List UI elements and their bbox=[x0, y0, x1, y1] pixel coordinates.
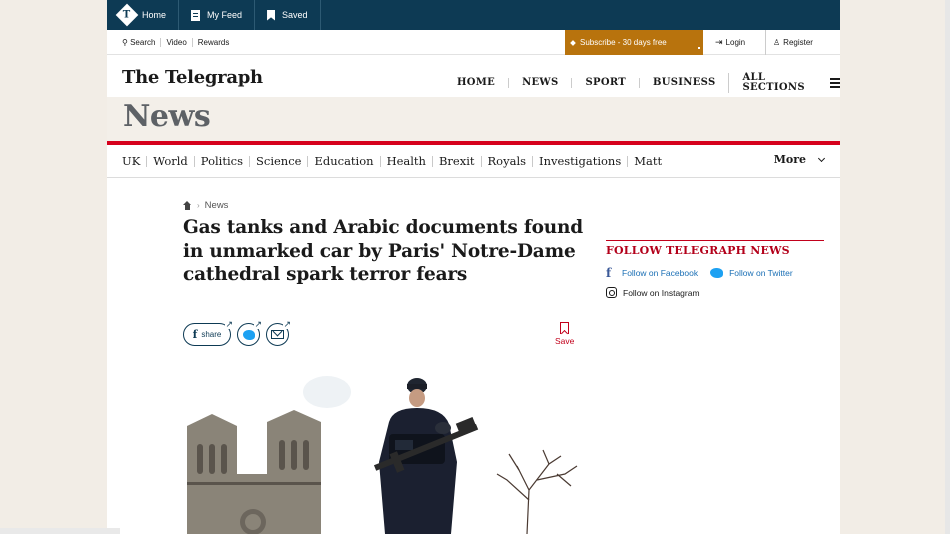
article-headline: Gas tanks and Arabic documents found in … bbox=[183, 217, 583, 285]
subscribe-label: Subscribe - 30 days free bbox=[580, 38, 667, 47]
facebook-icon: f bbox=[606, 266, 612, 280]
chevron-right-icon: › bbox=[197, 201, 200, 210]
follow-instagram-label: Follow on Instagram bbox=[623, 287, 700, 298]
diamond-icon bbox=[570, 39, 576, 46]
nav-news[interactable]: NEWS bbox=[508, 78, 571, 88]
telegraph-logo-icon: T bbox=[115, 3, 139, 27]
external-arrow-icon: ↗ bbox=[254, 319, 262, 329]
nav-home[interactable]: HOME bbox=[447, 78, 508, 88]
topbar-home[interactable]: T Home bbox=[107, 0, 180, 30]
nav-sport[interactable]: SPORT bbox=[571, 78, 639, 88]
external-arrow-icon: ↗ bbox=[225, 319, 233, 329]
nav-all-sections[interactable]: ALL SECTIONS bbox=[728, 73, 829, 93]
share-buttons: f share ↗ ↗ ↗ bbox=[183, 319, 291, 346]
window-scrollbar[interactable] bbox=[945, 0, 950, 534]
follow-title: FOLLOW TELEGRAPH NEWS bbox=[606, 244, 790, 257]
follow-instagram-link[interactable]: Follow on Instagram bbox=[606, 287, 824, 298]
masthead: The Telegraph HOME NEWS SPORT BUSINESS A… bbox=[107, 55, 840, 97]
chevron-down-icon bbox=[817, 154, 826, 162]
section-banner: News bbox=[107, 97, 840, 141]
user-icon: ♙ bbox=[773, 38, 781, 47]
search-label: Search bbox=[130, 37, 156, 47]
subnav-item-uk[interactable]: UK bbox=[122, 155, 146, 167]
top-navigation-bar: T Home My Feed Saved bbox=[107, 0, 840, 30]
breadcrumb: › News bbox=[183, 200, 228, 211]
main-navigation: HOME NEWS SPORT BUSINESS ALL SECTIONS bbox=[447, 73, 840, 93]
topbar-home-label: Home bbox=[142, 10, 167, 20]
video-link[interactable]: Video bbox=[160, 37, 191, 47]
notre-dame-police-photo bbox=[157, 370, 583, 534]
mail-icon bbox=[271, 330, 284, 339]
subnav-item-health[interactable]: Health bbox=[379, 155, 432, 167]
register-link[interactable]: ♙ Register bbox=[765, 30, 813, 55]
follow-facebook-link[interactable]: f Follow on Facebook bbox=[606, 267, 698, 279]
email-share-button[interactable]: ↗ bbox=[266, 319, 291, 346]
page: T Home My Feed Saved ⚲ Search Video Rewa… bbox=[107, 0, 840, 534]
search-link[interactable]: ⚲ Search bbox=[122, 38, 160, 47]
follow-twitter-label: Follow on Twitter bbox=[729, 268, 793, 278]
menu-icon[interactable] bbox=[830, 78, 840, 88]
more-label: More bbox=[773, 153, 806, 166]
dot-icon bbox=[698, 47, 700, 49]
subnav-item-matt[interactable]: Matt bbox=[627, 155, 668, 167]
subscribe-button[interactable]: Subscribe - 30 days free bbox=[565, 30, 703, 55]
save-button[interactable]: Save bbox=[555, 322, 574, 346]
section-subnav: UK World Politics Science Education Heal… bbox=[107, 145, 840, 178]
subnav-item-investigations[interactable]: Investigations bbox=[532, 155, 627, 167]
topbar-saved-label: Saved bbox=[282, 10, 308, 20]
bookmark-outline-icon bbox=[560, 322, 570, 334]
follow-box: FOLLOW TELEGRAPH NEWS f Follow on Facebo… bbox=[606, 240, 824, 298]
external-arrow-icon: ↗ bbox=[283, 319, 291, 329]
utility-links: ⚲ Search Video Rewards bbox=[107, 37, 235, 47]
login-label: Login bbox=[725, 38, 746, 47]
topbar-my-feed[interactable]: My Feed bbox=[179, 0, 256, 30]
subnav-item-science[interactable]: Science bbox=[249, 155, 307, 167]
subnav-item-royals[interactable]: Royals bbox=[480, 155, 533, 167]
search-icon: ⚲ bbox=[122, 37, 131, 47]
nav-business[interactable]: BUSINESS bbox=[639, 78, 728, 88]
telegraph-wordmark[interactable]: The Telegraph bbox=[122, 67, 263, 88]
topbar-myfeed-label: My Feed bbox=[207, 10, 243, 20]
section-title: News bbox=[123, 99, 211, 134]
follow-facebook-label: Follow on Facebook bbox=[622, 268, 699, 278]
instagram-icon bbox=[606, 287, 617, 298]
subnav-item-brexit[interactable]: Brexit bbox=[431, 155, 481, 167]
share-label: share bbox=[201, 330, 222, 339]
subnav-item-politics[interactable]: Politics bbox=[193, 155, 249, 167]
facebook-icon: f bbox=[192, 328, 198, 341]
subnav-item-education[interactable]: Education bbox=[307, 155, 379, 167]
subnav-item-world[interactable]: World bbox=[146, 155, 194, 167]
login-link[interactable]: ⇥ Login bbox=[715, 30, 745, 55]
home-icon[interactable] bbox=[183, 201, 192, 210]
twitter-icon bbox=[710, 268, 724, 278]
twitter-icon bbox=[242, 329, 255, 340]
facebook-share-button[interactable]: f share ↗ bbox=[183, 319, 233, 346]
follow-social-row: f Follow on Facebook Follow on Twitter bbox=[606, 267, 824, 279]
save-label: Save bbox=[555, 336, 575, 346]
hero-image bbox=[157, 370, 583, 534]
rewards-link[interactable]: Rewards bbox=[191, 37, 235, 47]
topbar-saved[interactable]: Saved bbox=[255, 0, 321, 30]
bookmark-icon bbox=[267, 9, 276, 21]
more-dropdown[interactable]: More bbox=[773, 153, 826, 166]
login-icon: ⇥ bbox=[715, 37, 723, 47]
twitter-share-button[interactable]: ↗ bbox=[237, 319, 262, 346]
feed-icon bbox=[191, 9, 201, 21]
register-label: Register bbox=[783, 38, 813, 47]
status-bar bbox=[0, 528, 120, 534]
follow-twitter-link[interactable]: Follow on Twitter bbox=[704, 268, 793, 278]
utility-bar: ⚲ Search Video Rewards Subscribe - 30 da… bbox=[107, 30, 840, 55]
breadcrumb-news[interactable]: News bbox=[205, 200, 229, 211]
